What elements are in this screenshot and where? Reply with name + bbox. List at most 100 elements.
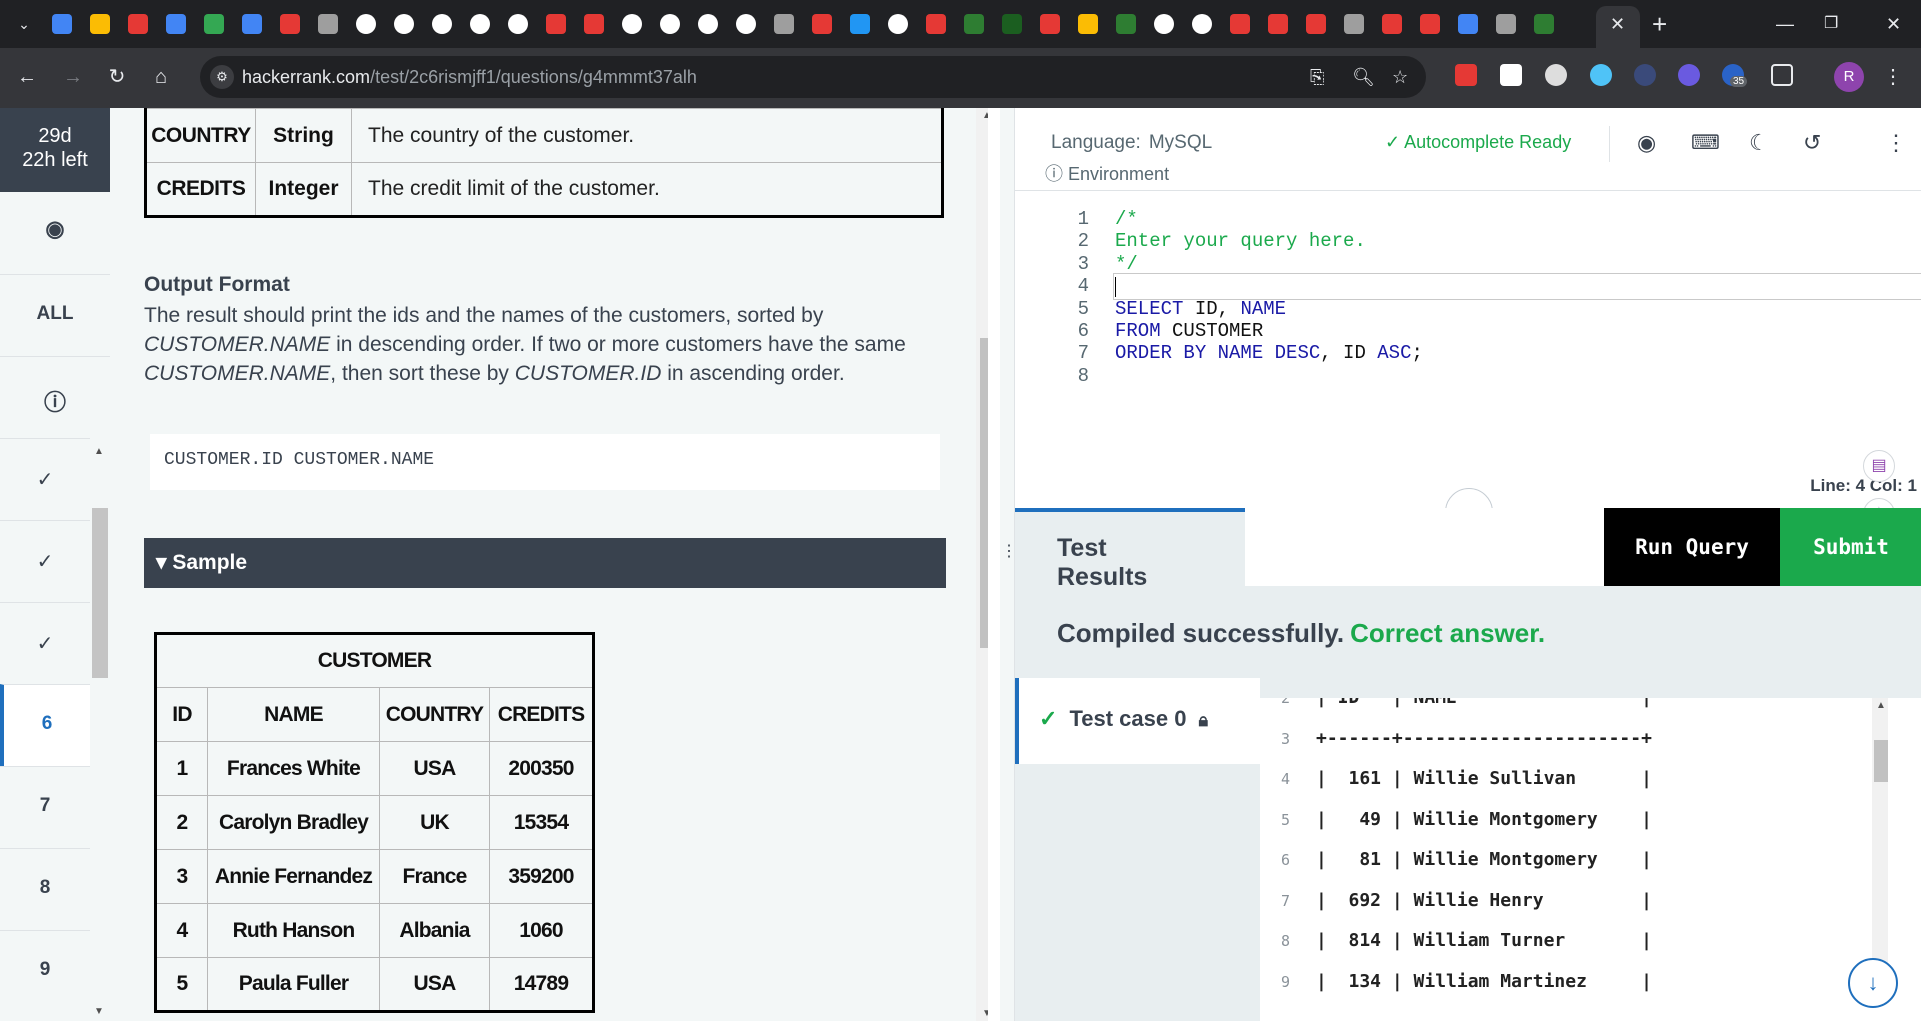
- home-icon[interactable]: ⌂: [148, 64, 174, 90]
- restore-icon[interactable]: ❐: [1824, 12, 1838, 36]
- profile-avatar[interactable]: R: [1834, 62, 1864, 92]
- tab-favicon-icon[interactable]: [128, 14, 148, 34]
- rail-logo[interactable]: ◉: [0, 192, 110, 274]
- more-options-icon[interactable]: ⋮: [1885, 130, 1907, 156]
- rail-question-9[interactable]: 9: [0, 930, 90, 1012]
- tab-favicon-icon[interactable]: [280, 14, 300, 34]
- back-icon[interactable]: ←: [14, 64, 40, 90]
- tab-favicon-icon[interactable]: [1306, 14, 1326, 34]
- tab-favicon-icon[interactable]: [774, 14, 794, 34]
- bookmark-star-icon[interactable]: ☆: [1392, 66, 1408, 88]
- rail-scrollbar-thumb[interactable]: [92, 508, 108, 678]
- notes-icon[interactable]: ▤: [1863, 450, 1895, 482]
- forward-icon[interactable]: →: [60, 64, 86, 90]
- browser-menu-icon[interactable]: ⋮: [1880, 64, 1906, 90]
- tab-favicon-icon[interactable]: [584, 14, 604, 34]
- tab-favicon-icon[interactable]: [1230, 14, 1250, 34]
- tab-favicon-icon[interactable]: [660, 14, 680, 34]
- extensions-puzzle-icon[interactable]: [1771, 64, 1793, 86]
- language-selector[interactable]: Language: MySQL: [1051, 132, 1212, 154]
- tab-favicon-icon[interactable]: [1154, 14, 1174, 34]
- tab-favicon-icon[interactable]: [1116, 14, 1136, 34]
- tab-favicon-icon[interactable]: [166, 14, 186, 34]
- run-query-button[interactable]: Run Query: [1604, 508, 1780, 586]
- tab-favicon-icon[interactable]: [1078, 14, 1098, 34]
- sample-toggle[interactable]: ▾ Sample: [144, 538, 946, 588]
- tab-favicon-icon[interactable]: [394, 14, 414, 34]
- tab-favicon-icon[interactable]: [546, 14, 566, 34]
- submit-button[interactable]: Submit: [1780, 508, 1921, 586]
- tab-favicon-icon[interactable]: [888, 14, 908, 34]
- scroll-down-icon[interactable]: ▼: [982, 1008, 988, 1019]
- tab-favicon-icon[interactable]: [1382, 14, 1402, 34]
- extension-icon[interactable]: [1545, 64, 1567, 86]
- tab-favicon-icon[interactable]: [356, 14, 376, 34]
- extension-icon[interactable]: [1455, 64, 1477, 86]
- code-line[interactable]: 8: [1015, 363, 1921, 390]
- tab-favicon-icon[interactable]: [736, 14, 756, 34]
- tab-favicon-icon[interactable]: [1344, 14, 1364, 34]
- extension-icon[interactable]: [1634, 64, 1656, 86]
- tab-favicon-icon[interactable]: [242, 14, 262, 34]
- tab-favicon-icon[interactable]: [698, 14, 718, 34]
- site-info-icon[interactable]: ⚙: [210, 65, 234, 89]
- problem-scrollbar-thumb[interactable]: [980, 338, 988, 648]
- rail-question-completed[interactable]: ✓: [0, 602, 90, 684]
- tab-favicon-icon[interactable]: [926, 14, 946, 34]
- keyboard-icon[interactable]: ⌨: [1691, 130, 1720, 156]
- rail-question-completed[interactable]: ✓: [0, 438, 90, 520]
- tab-test-results[interactable]: Test Results: [1015, 508, 1245, 591]
- close-window-icon[interactable]: ✕: [1886, 12, 1901, 36]
- close-tab-icon[interactable]: ✕: [1610, 14, 1625, 34]
- scroll-up-icon[interactable]: ▲: [1876, 700, 1886, 711]
- tab-favicon-icon[interactable]: [508, 14, 528, 34]
- tab-favicon-icon[interactable]: [1002, 14, 1022, 34]
- react-devtools-icon[interactable]: [1590, 64, 1612, 86]
- output-scrollbar-thumb[interactable]: [1874, 740, 1888, 782]
- tab-favicon-icon[interactable]: [1040, 14, 1060, 34]
- tab-favicon-icon[interactable]: [318, 14, 338, 34]
- reload-icon[interactable]: ↻: [104, 64, 130, 90]
- tab-favicon-icon[interactable]: [964, 14, 984, 34]
- test-case-0[interactable]: ✓ Test case 0 🔒︎: [1015, 678, 1260, 764]
- rail-info[interactable]: ⓘ: [0, 356, 110, 438]
- rail-question-7[interactable]: 7: [0, 766, 90, 848]
- minimize-icon[interactable]: —: [1776, 12, 1794, 36]
- tab-favicon-icon[interactable]: [52, 14, 72, 34]
- address-bar[interactable]: ⚙ hackerrank.com/test/2c6rismjff1/questi…: [200, 56, 1426, 98]
- dark-mode-moon-icon[interactable]: ☾: [1749, 130, 1769, 156]
- panel-resize-handle[interactable]: ⋮⋮: [1000, 108, 1031, 1021]
- new-tab-button[interactable]: +: [1652, 10, 1667, 38]
- tab-favicon-icon[interactable]: [1268, 14, 1288, 34]
- scroll-down-arrow-icon[interactable]: ↓: [1848, 958, 1898, 1008]
- tab-favicon-icon[interactable]: [1458, 14, 1478, 34]
- tab-favicon-icon[interactable]: [622, 14, 642, 34]
- tab-favicon-icon[interactable]: [204, 14, 224, 34]
- preview-eye-icon[interactable]: ◉: [1637, 130, 1656, 156]
- tab-favicon-icon[interactable]: [1420, 14, 1440, 34]
- rail-question-completed[interactable]: ✓: [0, 520, 90, 602]
- tab-favicon-icon[interactable]: [850, 14, 870, 34]
- extension-icon[interactable]: [1500, 64, 1522, 86]
- extension-icon[interactable]: [1678, 64, 1700, 86]
- tab-favicon-icon[interactable]: [1496, 14, 1516, 34]
- url-text[interactable]: hackerrank.com/test/2c6rismjff1/question…: [242, 67, 697, 88]
- no-copy-icon[interactable]: ⎘: [1310, 66, 1324, 88]
- zoom-icon[interactable]: 🔍︎: [1352, 66, 1375, 88]
- scroll-down-icon[interactable]: ▼: [94, 1006, 104, 1017]
- tab-search-icon[interactable]: ⌄: [14, 14, 34, 34]
- tab-favicon-icon[interactable]: [90, 14, 110, 34]
- rail-question-6[interactable]: 6: [0, 684, 90, 766]
- rail-all[interactable]: ALL: [0, 274, 110, 356]
- scroll-up-icon[interactable]: ▲: [982, 110, 988, 121]
- tab-favicon-icon[interactable]: [812, 14, 832, 34]
- tab-favicon-icon[interactable]: [470, 14, 490, 34]
- rail-question-8[interactable]: 8: [0, 848, 90, 930]
- extension-icon[interactable]: 35: [1722, 64, 1748, 87]
- environment-link[interactable]: ⓘ Environment: [1045, 160, 1169, 186]
- scroll-up-icon[interactable]: ▲: [94, 446, 104, 457]
- tab-favicon-icon[interactable]: [1534, 14, 1554, 34]
- tab-favicon-icon[interactable]: [432, 14, 452, 34]
- history-icon[interactable]: ↺: [1803, 130, 1821, 156]
- tab-favicon-icon[interactable]: [1192, 14, 1212, 34]
